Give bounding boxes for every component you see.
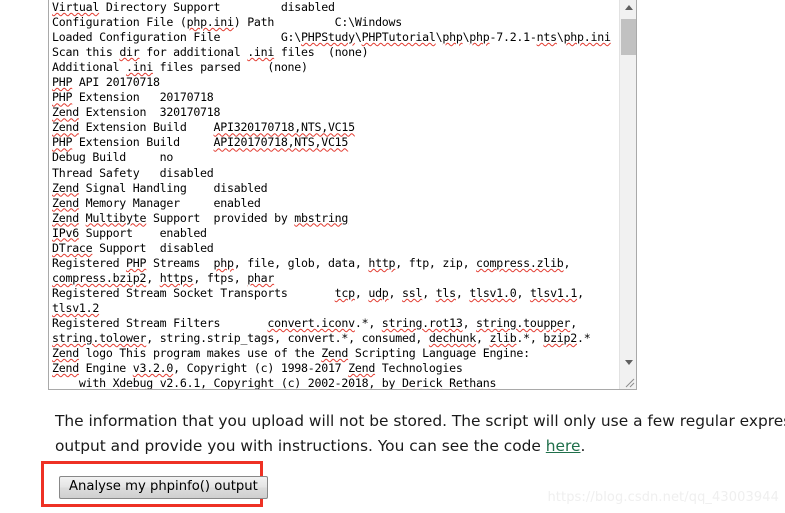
scrollbar-thumb[interactable] <box>621 19 636 55</box>
phpinfo-text-content[interactable]: Virtual Directory Support disabled Confi… <box>49 0 619 389</box>
triangle-down-icon <box>624 360 633 365</box>
see-the-code-link[interactable]: here <box>546 437 581 455</box>
scroll-down-arrow-button[interactable] <box>620 354 636 371</box>
textarea-resize-grip[interactable] <box>620 371 636 389</box>
textarea-scrollbar[interactable] <box>619 0 636 389</box>
info-paragraph-line-1: The information that you upload will not… <box>55 412 785 430</box>
info-paragraph-period: . <box>580 437 586 455</box>
blog-watermark: https://blog.csdn.net/qq_43003944 <box>547 490 779 505</box>
triangle-up-icon <box>624 5 633 10</box>
resize-grip-icon <box>623 375 635 388</box>
phpinfo-paste-area[interactable]: Virtual Directory Support disabled Confi… <box>48 0 637 390</box>
scroll-up-arrow-button[interactable] <box>620 0 636 16</box>
info-paragraph-line-2: output and provide you with instructions… <box>55 437 546 455</box>
analyse-phpinfo-output-button[interactable]: Analyse my phpinfo() output <box>59 476 268 499</box>
upload-info-paragraph: The information that you upload will not… <box>55 409 785 459</box>
